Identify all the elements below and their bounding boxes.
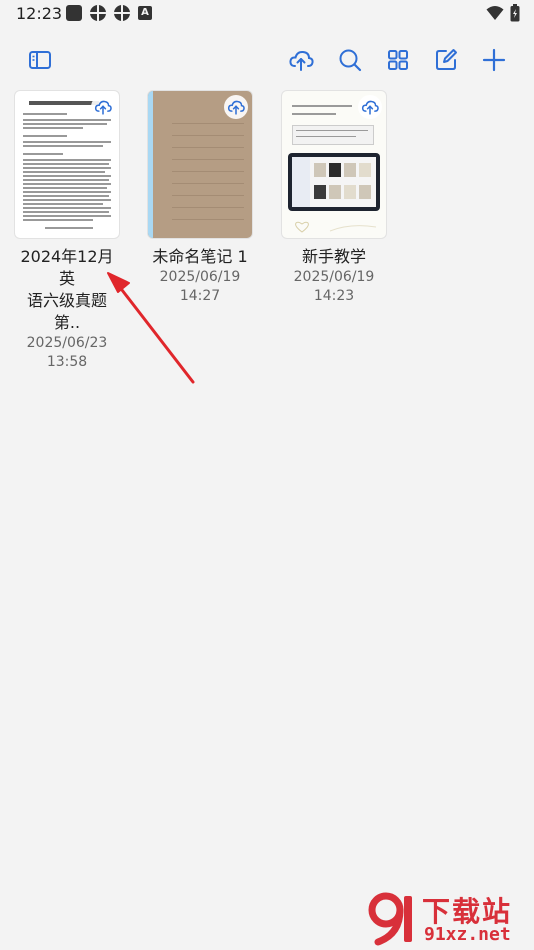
- notebook-item[interactable]: 新手教学 2025/06/19 14:23: [282, 91, 400, 306]
- status-left-icons: A: [66, 5, 152, 21]
- plus-icon: [482, 48, 506, 72]
- notebook-date: 2025/06/19: [293, 269, 375, 285]
- edit-icon: [436, 49, 457, 70]
- cloud-upload-icon: [227, 100, 245, 115]
- add-button[interactable]: [481, 47, 507, 73]
- cloud-sync-button[interactable]: [288, 47, 314, 73]
- notebook-time: 13:58: [46, 354, 88, 370]
- grid-view-icon: [388, 50, 408, 70]
- cloud-sync-badge: [224, 95, 248, 119]
- cloud-sync-icon: [289, 50, 314, 71]
- app-icon: [114, 5, 130, 21]
- sidebar-toggle-icon: [29, 51, 51, 69]
- battery-icon: [510, 4, 520, 22]
- cloud-upload-icon: [361, 100, 379, 115]
- status-right-icons: [486, 4, 520, 22]
- sidebar-toggle-button[interactable]: [27, 47, 53, 73]
- notebook-time: 14:27: [179, 288, 221, 304]
- status-bar: 12:23 A: [0, 0, 534, 28]
- notebook-title: 新手教学: [301, 247, 366, 266]
- grid-view-button[interactable]: [385, 47, 411, 73]
- notebook-time: 14:23: [313, 288, 355, 304]
- notebook-cover-document[interactable]: [15, 91, 119, 238]
- notebook-title: 2024年12月英 语六级真题第..: [20, 247, 114, 332]
- search-icon: [339, 49, 362, 72]
- notebook-date: 2025/06/23: [26, 335, 108, 351]
- notebook-item[interactable]: 2024年12月英 语六级真题第.. 2025/06/23 13:58: [15, 91, 133, 372]
- cloud-upload-icon: [94, 100, 112, 115]
- new-note-button[interactable]: [433, 47, 459, 73]
- status-time: 12:23: [16, 4, 63, 23]
- notebook-date: 2025/06/19: [159, 269, 241, 285]
- notebook-title: 未命名笔记 1: [152, 247, 248, 266]
- wifi-icon: [486, 6, 504, 20]
- decor-heart-icon: [295, 221, 377, 233]
- cloud-sync-badge: [91, 95, 115, 119]
- watermark: 下载站 91xz.net: [364, 890, 532, 946]
- watermark-url: 91xz.net: [424, 924, 511, 945]
- app-icon: [90, 5, 106, 21]
- notebook-cover-tutorial[interactable]: [282, 91, 386, 238]
- notification-square-icon: [66, 5, 82, 21]
- search-button[interactable]: [337, 47, 363, 73]
- cloud-sync-badge: [358, 95, 382, 119]
- keyboard-a-icon: A: [138, 6, 152, 20]
- notebook-item[interactable]: 未命名笔记 1 2025/06/19 14:27: [148, 91, 266, 306]
- notebook-cover-kraft[interactable]: [148, 91, 252, 238]
- watermark-logo-icon: [368, 892, 412, 946]
